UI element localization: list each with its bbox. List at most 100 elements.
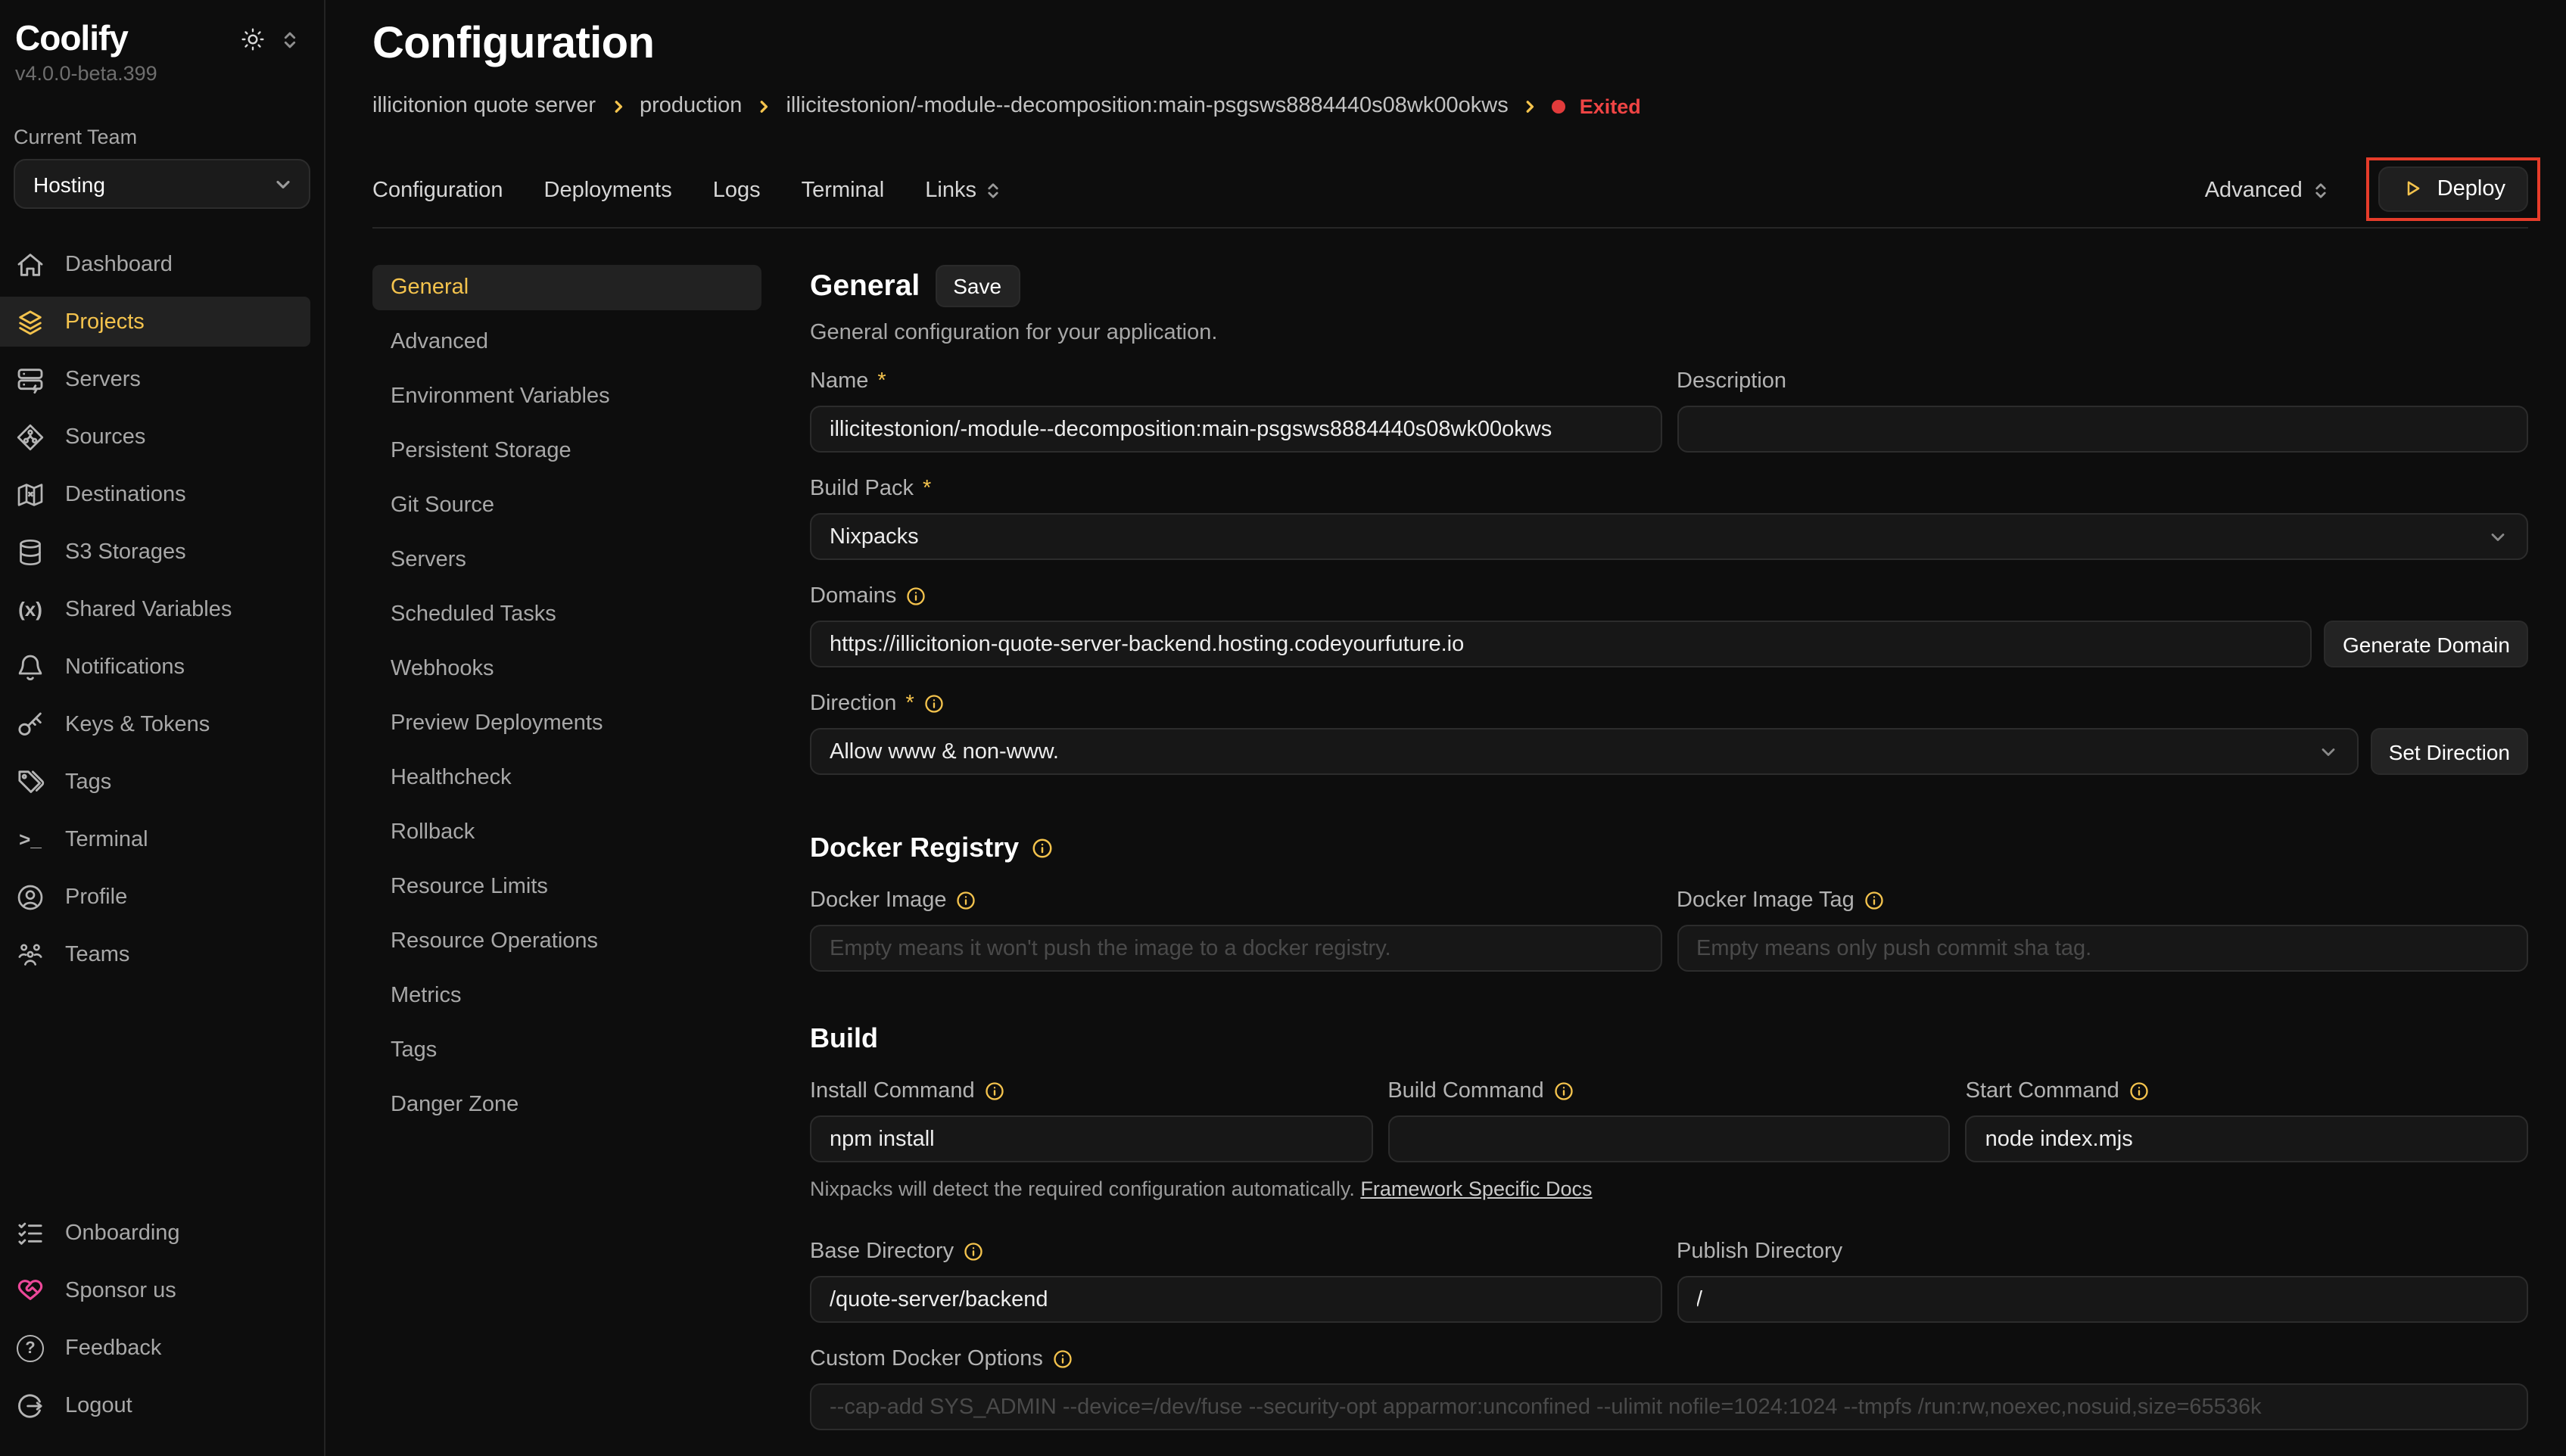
settings-subnav: General Advanced Environment Variables P… xyxy=(372,265,761,1456)
tab-links[interactable]: Links xyxy=(925,179,1002,203)
sidebar-item-feedback[interactable]: ? Feedback xyxy=(0,1323,310,1373)
sidebar-item-servers[interactable]: Servers xyxy=(0,355,310,405)
sidebar-item-destinations[interactable]: Destinations xyxy=(0,470,310,520)
sidebar-item-s3-storages[interactable]: S3 Storages xyxy=(0,527,310,577)
docker-image-tag-label: Docker Image Tag xyxy=(1677,888,2528,913)
breadcrumb-environment[interactable]: production xyxy=(640,94,742,118)
selector-icon xyxy=(984,182,1002,200)
tab-terminal[interactable]: Terminal xyxy=(802,179,885,203)
set-direction-button[interactable]: Set Direction xyxy=(2371,728,2528,775)
section-title-build: Build xyxy=(810,1023,878,1055)
domains-input[interactable] xyxy=(810,621,2312,667)
chevron-right-icon xyxy=(1522,98,1539,114)
tab-configuration[interactable]: Configuration xyxy=(372,179,503,203)
help-circle-icon: ? xyxy=(15,1333,45,1363)
subnav-item-resource-limits[interactable]: Resource Limits xyxy=(372,864,761,910)
subnav-item-general[interactable]: General xyxy=(372,265,761,310)
info-icon xyxy=(1864,890,1885,911)
sidebar-item-dashboard[interactable]: Dashboard xyxy=(0,240,310,290)
start-command-label: Start Command xyxy=(1966,1079,2528,1103)
advanced-dropdown[interactable]: Advanced xyxy=(2205,179,2330,203)
sidebar-item-onboarding[interactable]: Onboarding xyxy=(0,1208,310,1258)
sidebar-item-logout[interactable]: Logout xyxy=(0,1380,310,1430)
theme-controls[interactable] xyxy=(241,27,300,51)
direction-select[interactable]: Allow www & non-www. xyxy=(810,728,2359,775)
publish-directory-input[interactable] xyxy=(1677,1276,2528,1323)
sidebar-nav: Dashboard Projects Servers Sources Desti… xyxy=(0,240,324,988)
docker-image-input[interactable] xyxy=(810,925,1661,972)
required-asterisk: * xyxy=(877,369,886,394)
subnav-item-scheduled-tasks[interactable]: Scheduled Tasks xyxy=(372,592,761,637)
breadcrumb-resource[interactable]: illicitestonion/-module--decomposition:m… xyxy=(786,94,1508,118)
team-select[interactable]: Hosting xyxy=(14,160,310,210)
subnav-item-git-source[interactable]: Git Source xyxy=(372,483,761,528)
section-title-docker-registry: Docker Registry xyxy=(810,832,1019,864)
custom-docker-options-label: Custom Docker Options xyxy=(810,1347,2528,1371)
chevron-down-icon xyxy=(272,174,294,195)
generate-domain-button[interactable]: Generate Domain xyxy=(2325,621,2528,667)
framework-docs-link[interactable]: Framework Specific Docs xyxy=(1360,1178,1592,1200)
sidebar-item-profile[interactable]: Profile xyxy=(0,873,310,922)
sidebar-item-shared-variables[interactable]: (x) Shared Variables xyxy=(0,585,310,635)
base-directory-input[interactable] xyxy=(810,1276,1661,1323)
theme-selector-icon[interactable] xyxy=(280,30,300,49)
current-team-label: Current Team xyxy=(0,86,324,160)
description-label: Description xyxy=(1677,369,2528,394)
info-icon xyxy=(905,586,926,607)
sidebar-item-sources[interactable]: Sources xyxy=(0,412,310,462)
deploy-button[interactable]: Deploy xyxy=(2378,166,2528,211)
sidebar-item-tags[interactable]: Tags xyxy=(0,758,310,807)
sidebar-footer-nav: Onboarding Sponsor us ? Feedback Logout xyxy=(0,1208,324,1456)
breadcrumb-project[interactable]: illicitonion quote server xyxy=(372,94,596,118)
sidebar-item-sponsor[interactable]: Sponsor us xyxy=(0,1265,310,1315)
subnav-item-webhooks[interactable]: Webhooks xyxy=(372,646,761,692)
tabbar-actions: Advanced Deploy xyxy=(2205,157,2528,225)
start-command-input[interactable] xyxy=(1966,1115,2528,1162)
sidebar-item-teams[interactable]: Teams xyxy=(0,930,310,980)
tag-icon xyxy=(15,767,45,798)
tab-logs[interactable]: Logs xyxy=(713,179,761,203)
install-command-label: Install Command xyxy=(810,1079,1372,1103)
heart-handshake-icon xyxy=(15,1275,45,1305)
subnav-item-danger-zone[interactable]: Danger Zone xyxy=(372,1082,761,1128)
status-dot xyxy=(1552,99,1566,113)
install-command-input[interactable] xyxy=(810,1115,1372,1162)
sidebar-item-keys-tokens[interactable]: Keys & Tokens xyxy=(0,700,310,750)
checklist-icon xyxy=(15,1218,45,1248)
build-command-input[interactable] xyxy=(1387,1115,1950,1162)
info-icon xyxy=(2128,1081,2150,1102)
description-input[interactable] xyxy=(1677,406,2528,453)
subnav-item-preview-deployments[interactable]: Preview Deployments xyxy=(372,701,761,746)
sidebar-item-projects[interactable]: Projects xyxy=(0,297,310,347)
sidebar-item-notifications[interactable]: Notifications xyxy=(0,642,310,692)
publish-directory-label: Publish Directory xyxy=(1677,1240,2528,1264)
deploy-annotation-box: Deploy xyxy=(2366,157,2540,220)
configuration-content: General Advanced Environment Variables P… xyxy=(372,265,2528,1456)
docker-image-tag-input[interactable] xyxy=(1677,925,2528,972)
app-logo: Coolify xyxy=(15,20,128,58)
subnav-item-environment-variables[interactable]: Environment Variables xyxy=(372,374,761,419)
map-icon xyxy=(15,480,45,510)
sun-icon[interactable] xyxy=(241,27,265,51)
subnav-item-tags[interactable]: Tags xyxy=(372,1028,761,1073)
subnav-item-advanced[interactable]: Advanced xyxy=(372,319,761,365)
custom-docker-options-input[interactable] xyxy=(810,1383,2528,1430)
info-icon xyxy=(1052,1349,1073,1370)
sidebar-item-terminal[interactable]: >_ Terminal xyxy=(0,815,310,865)
subnav-item-metrics[interactable]: Metrics xyxy=(372,973,761,1019)
subnav-item-healthcheck[interactable]: Healthcheck xyxy=(372,755,761,801)
subnav-item-rollback[interactable]: Rollback xyxy=(372,810,761,855)
name-input[interactable] xyxy=(810,406,1661,453)
subnav-item-servers[interactable]: Servers xyxy=(372,537,761,583)
form-subtitle: General configuration for your applicati… xyxy=(810,321,2528,345)
docker-registry-header: Docker Registry xyxy=(810,832,2528,864)
direction-label: Direction * xyxy=(810,692,2528,716)
subnav-item-persistent-storage[interactable]: Persistent Storage xyxy=(372,428,761,474)
tab-deployments[interactable]: Deployments xyxy=(544,179,672,203)
section-title-general: General xyxy=(810,269,920,303)
build-pack-select[interactable]: Nixpacks xyxy=(810,513,2528,560)
save-button[interactable]: Save xyxy=(935,265,1020,307)
app-version: v4.0.0-beta.399 xyxy=(0,58,324,86)
layers-icon xyxy=(15,307,45,338)
subnav-item-resource-operations[interactable]: Resource Operations xyxy=(372,919,761,964)
